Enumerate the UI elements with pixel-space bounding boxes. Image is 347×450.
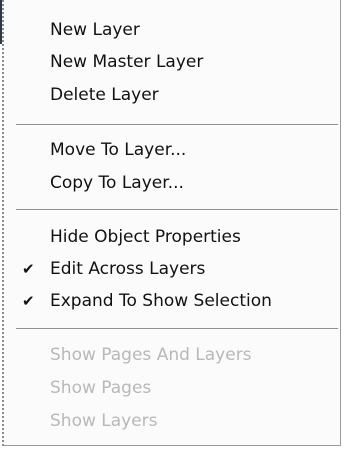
screenshot-stage: New Layer New Master Layer Delete Layer … [0, 0, 347, 450]
menu-item-label: Delete Layer [50, 85, 159, 105]
menu-item-hide-object-properties[interactable]: Hide Object Properties [4, 222, 340, 252]
layers-context-menu: New Layer New Master Layer Delete Layer … [2, 0, 341, 446]
menu-item-label: New Layer [50, 20, 140, 40]
checkmark-icon: ✔ [22, 292, 35, 310]
menu-item-label: Expand To Show Selection [50, 291, 272, 311]
menu-separator [16, 328, 338, 330]
menu-item-new-master-layer[interactable]: New Master Layer [4, 47, 340, 77]
checkmark-icon: ✔ [22, 260, 35, 278]
menu-item-label: Copy To Layer... [50, 173, 184, 193]
menu-item-label: Edit Across Layers [50, 259, 206, 279]
menu-item-show-pages: Show Pages [4, 373, 340, 403]
menu-item-label: Move To Layer... [50, 140, 187, 160]
menu-item-new-layer[interactable]: New Layer [4, 15, 340, 45]
menu-item-label: Show Layers [50, 411, 158, 431]
menu-item-delete-layer[interactable]: Delete Layer [4, 80, 340, 110]
menu-item-label: Hide Object Properties [50, 227, 241, 247]
menu-item-show-pages-and-layers: Show Pages And Layers [4, 340, 340, 370]
menu-item-label: Show Pages And Layers [50, 345, 252, 365]
menu-separator [16, 209, 338, 211]
menu-item-expand-to-show-selection[interactable]: ✔ Expand To Show Selection [4, 286, 340, 316]
menu-separator [16, 124, 338, 126]
menu-item-show-layers: Show Layers [4, 406, 340, 436]
menu-item-label: New Master Layer [50, 52, 204, 72]
menu-item-edit-across-layers[interactable]: ✔ Edit Across Layers [4, 254, 340, 284]
menu-item-label: Show Pages [50, 378, 152, 398]
menu-item-copy-to-layer[interactable]: Copy To Layer... [4, 168, 340, 198]
menu-item-move-to-layer[interactable]: Move To Layer... [4, 135, 340, 165]
